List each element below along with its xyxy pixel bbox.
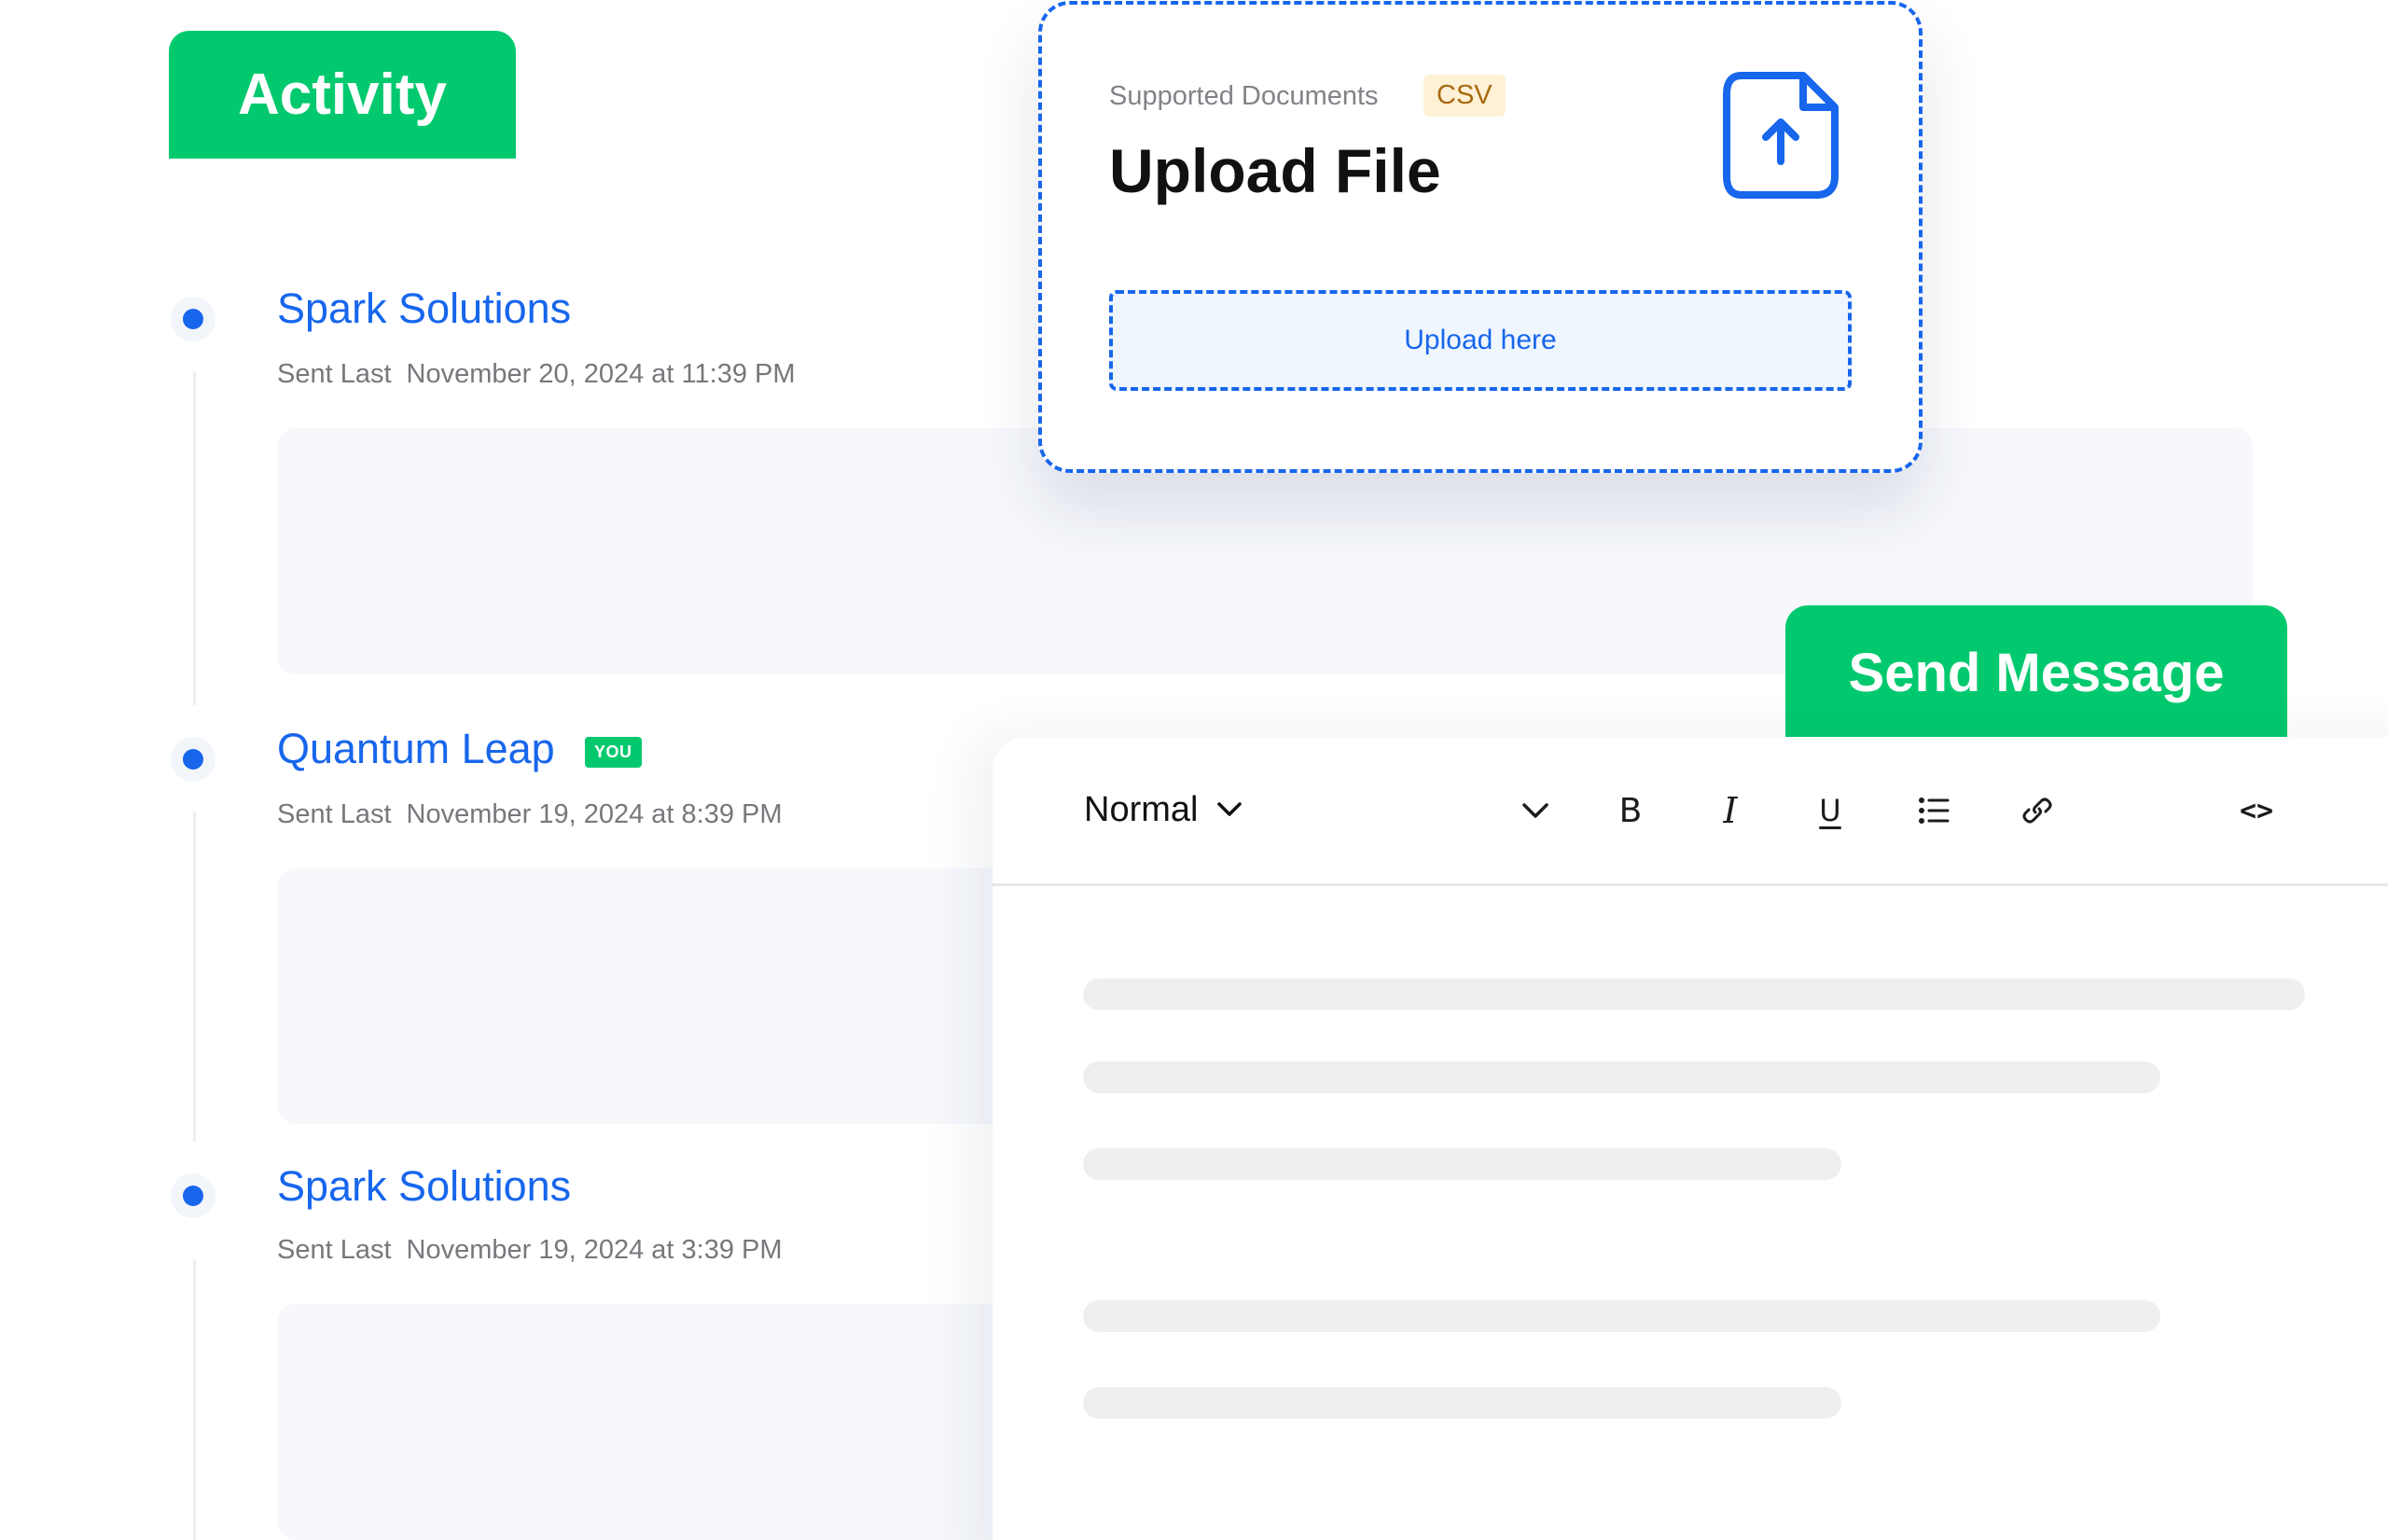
text-placeholder-line — [1083, 1387, 1841, 1419]
text-format-value: Normal — [1084, 789, 1199, 829]
entry-name-link[interactable]: Spark Solutions — [277, 1162, 571, 1211]
entry-timestamp: Sent Last November 19, 2024 at 3:39 PM — [277, 1235, 783, 1266]
underline-button[interactable]: U — [1805, 785, 1855, 836]
code-button[interactable]: <> — [2227, 785, 2286, 836]
timeline-dot — [171, 737, 215, 782]
timestamp-value: November 19, 2024 at 8:39 PM — [406, 799, 783, 829]
entry-name-link[interactable]: Quantum Leap — [277, 725, 555, 773]
timestamp-value: November 19, 2024 at 3:39 PM — [406, 1235, 783, 1265]
text-placeholder-line — [1083, 1300, 2160, 1332]
message-editor[interactable]: Normal B I U <> — [993, 737, 2388, 1540]
supported-documents-label: Supported Documents — [1109, 81, 1379, 111]
bullet-list-button[interactable] — [1909, 785, 1959, 836]
sent-last-label: Sent Last — [277, 799, 392, 829]
toolbar-dropdown-button[interactable] — [1510, 785, 1561, 836]
upload-dropzone[interactable]: Upload here — [1109, 290, 1852, 391]
chevron-down-icon — [1217, 802, 1243, 816]
link-button[interactable] — [2012, 785, 2062, 836]
bullet-list-icon — [1919, 798, 1950, 824]
you-badge: YOU — [585, 737, 642, 768]
timeline-dot — [171, 297, 215, 341]
entry-name-link[interactable]: Spark Solutions — [277, 284, 571, 333]
chevron-down-icon — [1522, 803, 1548, 818]
editor-toolbar: Normal B I U <> — [993, 737, 2388, 886]
timestamp-value: November 20, 2024 at 11:39 PM — [406, 359, 796, 389]
send-message-button[interactable]: Send Message — [1785, 605, 2287, 740]
activity-title: Activity — [169, 31, 516, 159]
timeline-line — [193, 812, 196, 1142]
sent-last-label: Sent Last — [277, 359, 392, 389]
file-upload-icon — [1723, 72, 1839, 199]
entry-timestamp: Sent Last November 20, 2024 at 11:39 PM — [277, 359, 796, 390]
italic-button[interactable]: I — [1705, 785, 1756, 836]
timeline-line — [193, 1259, 196, 1540]
text-placeholder-line — [1083, 1148, 1841, 1180]
upload-card: Supported Documents CSV Upload File Uplo… — [1038, 1, 1923, 473]
text-format-select[interactable]: Normal — [1084, 779, 1243, 840]
link-icon — [2022, 798, 2052, 824]
bold-button[interactable]: B — [1605, 785, 1656, 836]
page: Activity Spark Solutions Sent Last Novemb… — [0, 0, 2388, 1540]
entry-timestamp: Sent Last November 19, 2024 at 8:39 PM — [277, 799, 783, 830]
timeline-line — [193, 371, 196, 705]
file-type-badge: CSV — [1423, 75, 1506, 117]
sent-last-label: Sent Last — [277, 1235, 392, 1265]
text-placeholder-line — [1083, 978, 2305, 1010]
text-placeholder-line — [1083, 1061, 2160, 1093]
upload-title: Upload File — [1109, 136, 1441, 205]
timeline-dot — [171, 1173, 215, 1218]
